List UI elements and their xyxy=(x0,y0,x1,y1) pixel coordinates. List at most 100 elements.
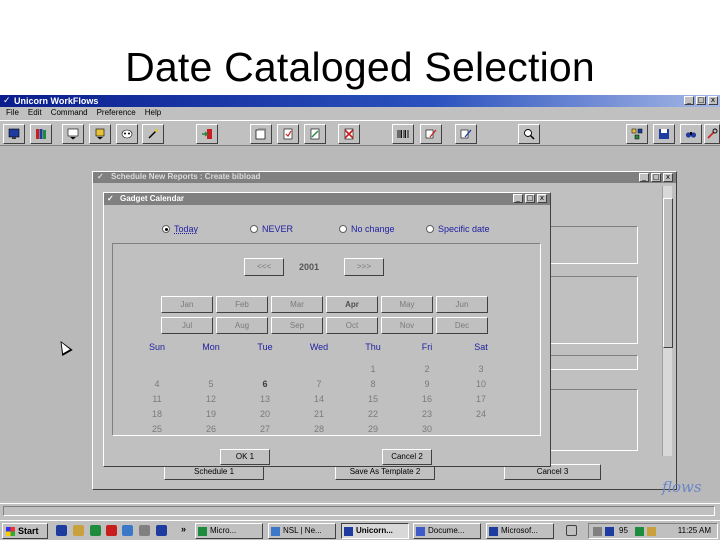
option-specific-date[interactable]: Specific date xyxy=(426,224,490,234)
schedule-field-3[interactable] xyxy=(543,355,638,370)
day-cell[interactable]: 18 xyxy=(137,409,177,419)
toolbar-button-dropdown[interactable] xyxy=(62,124,84,144)
tray-speaker-icon[interactable] xyxy=(605,527,614,536)
quicklaunch-explorer-icon[interactable] xyxy=(73,525,84,536)
day-cell[interactable]: 6 xyxy=(245,379,285,389)
more-tasks-icon[interactable]: » xyxy=(181,524,186,534)
day-cell[interactable]: 1 xyxy=(353,364,393,374)
taskbar-task[interactable]: Microsof... xyxy=(486,523,554,539)
quicklaunch-word-icon[interactable] xyxy=(156,525,167,536)
minimize-button[interactable]: _ xyxy=(684,96,694,105)
day-cell[interactable]: 28 xyxy=(299,424,339,434)
maximize-button[interactable]: □ xyxy=(696,96,706,105)
day-cell[interactable]: 13 xyxy=(245,394,285,404)
month-button-dec[interactable]: Dec xyxy=(436,317,488,334)
schedule-field-1[interactable] xyxy=(543,226,638,264)
toolbar-button-exit[interactable] xyxy=(196,124,218,144)
day-cell[interactable]: 22 xyxy=(353,409,393,419)
toolbar-button-document[interactable] xyxy=(277,124,299,144)
day-cell[interactable]: 3 xyxy=(461,364,501,374)
month-button-jun[interactable]: Jun xyxy=(436,296,488,313)
toolbar-button-binoculars[interactable] xyxy=(680,124,702,144)
next-year-button[interactable]: >>> xyxy=(344,258,384,276)
day-cell[interactable]: 14 xyxy=(299,394,339,404)
taskbar-task[interactable]: Docume... xyxy=(413,523,481,539)
menu-file[interactable]: File xyxy=(6,107,19,119)
day-cell[interactable]: 8 xyxy=(353,379,393,389)
quicklaunch-desktop-icon[interactable] xyxy=(56,525,67,536)
day-cell[interactable]: 24 xyxy=(461,409,501,419)
day-cell[interactable]: 9 xyxy=(407,379,447,389)
month-button-jul[interactable]: Jul xyxy=(161,317,213,334)
toolbar-button-wand[interactable] xyxy=(142,124,164,144)
day-cell[interactable]: 7 xyxy=(299,379,339,389)
cancel-button[interactable]: Cancel 2 xyxy=(382,449,432,465)
tray-network-icon[interactable] xyxy=(635,527,644,536)
day-cell[interactable]: 27 xyxy=(245,424,285,434)
quicklaunch-mail-icon[interactable] xyxy=(106,525,117,536)
day-cell[interactable]: 25 xyxy=(137,424,177,434)
month-button-aug[interactable]: Aug xyxy=(216,317,268,334)
taskbar-task[interactable]: NSL | Ne... xyxy=(268,523,336,539)
calendar-close-button[interactable]: x xyxy=(537,194,547,203)
day-cell[interactable]: 12 xyxy=(191,394,231,404)
month-button-oct[interactable]: Oct xyxy=(326,317,378,334)
schedule-maximize-button[interactable]: □ xyxy=(651,173,661,182)
day-cell[interactable]: 19 xyxy=(191,409,231,419)
prev-year-button[interactable]: <<< xyxy=(244,258,284,276)
toolbar-button-search[interactable] xyxy=(518,124,540,144)
toolbar-button-network[interactable] xyxy=(626,124,648,144)
day-cell[interactable]: 11 xyxy=(137,394,177,404)
taskbar-task[interactable]: Unicorn... xyxy=(341,523,409,539)
tray-back-icon[interactable] xyxy=(593,527,602,536)
menu-help[interactable]: Help xyxy=(145,107,161,119)
menu-edit[interactable]: Edit xyxy=(28,107,42,119)
schedule-minimize-button[interactable]: _ xyxy=(639,173,649,182)
scrollbar-thumb[interactable] xyxy=(663,198,673,348)
month-button-sep[interactable]: Sep xyxy=(271,317,323,334)
month-button-may[interactable]: May xyxy=(381,296,433,313)
toolbar-button-window[interactable] xyxy=(250,124,272,144)
toolbar-button-books[interactable] xyxy=(30,124,52,144)
calendar-titlebar[interactable]: ✓ Gadget Calendar _ □ x xyxy=(104,193,550,205)
day-cell[interactable]: 21 xyxy=(299,409,339,419)
taskbar-help-icon[interactable] xyxy=(566,525,577,536)
month-button-feb[interactable]: Feb xyxy=(216,296,268,313)
toolbar-button-pen[interactable] xyxy=(420,124,442,144)
day-cell[interactable]: 15 xyxy=(353,394,393,404)
day-cell[interactable]: 29 xyxy=(353,424,393,434)
day-cell[interactable]: 16 xyxy=(407,394,447,404)
day-cell[interactable]: 4 xyxy=(137,379,177,389)
toolbar-button-barcode[interactable] xyxy=(392,124,414,144)
app-titlebar[interactable]: ✓ Unicorn WorkFlows _ □ x xyxy=(0,95,720,107)
toolbar-button-monitor[interactable] xyxy=(3,124,25,144)
close-button[interactable]: x xyxy=(708,96,718,105)
menu-command[interactable]: Command xyxy=(51,107,88,119)
schedule-scrollbar[interactable] xyxy=(662,186,673,456)
toolbar-button-cancel[interactable] xyxy=(338,124,360,144)
toolbar-button-book-down[interactable] xyxy=(89,124,111,144)
schedule-field-4[interactable] xyxy=(543,389,638,451)
day-cell[interactable]: 20 xyxy=(245,409,285,419)
day-cell[interactable]: 26 xyxy=(191,424,231,434)
day-cell[interactable]: 30 xyxy=(407,424,447,434)
day-cell[interactable]: 23 xyxy=(407,409,447,419)
day-cell[interactable]: 10 xyxy=(461,379,501,389)
quicklaunch-browser-icon[interactable] xyxy=(90,525,101,536)
day-cell[interactable]: 2 xyxy=(407,364,447,374)
ok-button[interactable]: OK 1 xyxy=(220,449,270,465)
option-today[interactable]: Today xyxy=(162,224,198,234)
calendar-minimize-button[interactable]: _ xyxy=(513,194,523,203)
tray-app-icon[interactable] xyxy=(647,527,656,536)
calendar-maximize-button[interactable]: □ xyxy=(525,194,535,203)
toolbar-button-edit[interactable] xyxy=(455,124,477,144)
start-button[interactable]: Start xyxy=(2,523,48,539)
quicklaunch-tool-icon[interactable] xyxy=(139,525,150,536)
schedule-close-button[interactable]: x xyxy=(663,173,673,182)
toolbar-button-mask[interactable] xyxy=(116,124,138,144)
menu-preference[interactable]: Preference xyxy=(97,107,136,119)
day-cell[interactable]: 17 xyxy=(461,394,501,404)
month-button-mar[interactable]: Mar xyxy=(271,296,323,313)
month-button-apr[interactable]: Apr xyxy=(326,296,378,313)
taskbar-task[interactable]: Micro... xyxy=(195,523,263,539)
